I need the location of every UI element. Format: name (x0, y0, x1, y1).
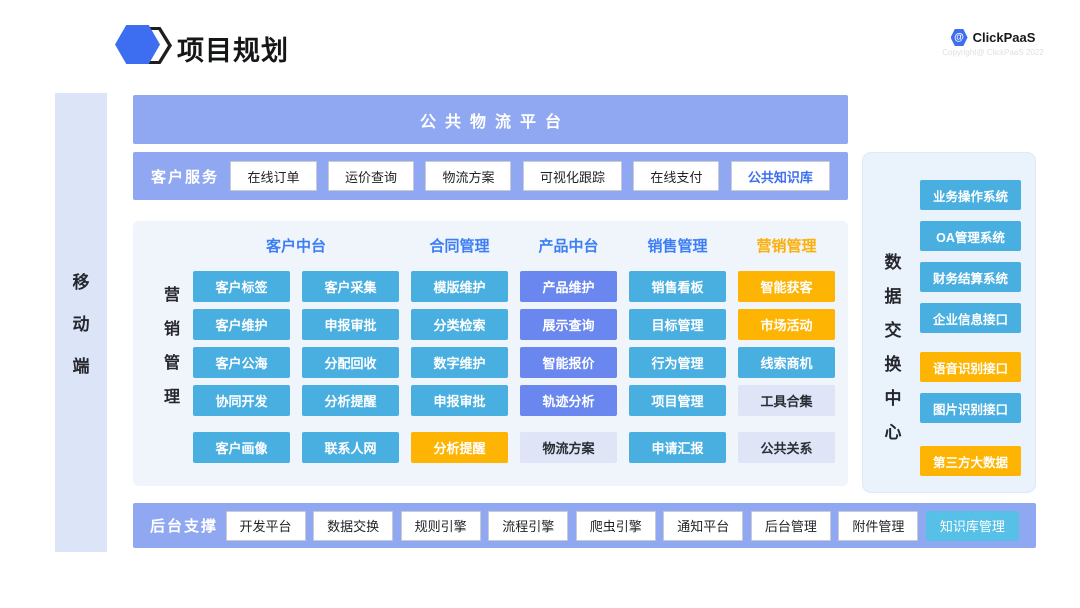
brand-block: @ ClickPaaS Copyright@ ClickPaaS 2022 (938, 29, 1048, 57)
matrix-column-header: 合同管理 (411, 235, 508, 256)
customer-service-item: 公共知识库 (731, 161, 830, 191)
matrix-cell: 工具合集 (738, 385, 835, 416)
backend-support-item: 后台管理 (751, 511, 831, 541)
data-exchange-item: 企业信息接口 (920, 303, 1021, 333)
backend-support-item: 附件管理 (838, 511, 918, 541)
matrix-row: 客户维护申报审批分类检索展示查询目标管理市场活动 (193, 309, 835, 340)
project-planning-diagram: 项目规划 @ ClickPaaS Copyright@ ClickPaaS 20… (0, 0, 1080, 608)
marketing-rail-char: 营 (164, 281, 180, 305)
matrix-cell: 公共关系 (738, 432, 835, 463)
matrix-grid: 客户标签客户采集模版维护产品维护销售看板智能获客 客户维护申报审批分类检索展示查… (193, 271, 835, 463)
matrix-cell: 申请汇报 (629, 432, 726, 463)
matrix-cell: 客户公海 (193, 347, 290, 378)
data-exchange-char: 中 (885, 384, 902, 409)
matrix-cell: 项目管理 (629, 385, 726, 416)
matrix-column-header: 客户中台 (193, 235, 399, 256)
customer-service-item: 运价查询 (328, 161, 414, 191)
matrix-cell: 智能报价 (520, 347, 617, 378)
matrix-cell: 行为管理 (629, 347, 726, 378)
copyright-text: Copyright@ ClickPaaS 2022 (938, 48, 1048, 57)
matrix-row: 协同开发分析提醒申报审批轨迹分析项目管理工具合集 (193, 385, 835, 416)
data-exchange-char: 心 (885, 418, 902, 443)
matrix-cell: 产品维护 (520, 271, 617, 302)
matrix-cell: 销售看板 (629, 271, 726, 302)
customer-service-item: 物流方案 (425, 161, 511, 191)
data-exchange-char: 交 (885, 316, 902, 341)
data-exchange-item: OA管理系统 (920, 221, 1021, 251)
customer-service-item: 可视化跟踪 (523, 161, 622, 191)
page-header: 项目规划 @ ClickPaaS Copyright@ ClickPaaS 20… (0, 0, 1080, 90)
matrix-cell: 申报审批 (411, 385, 508, 416)
matrix-cell: 模版维护 (411, 271, 508, 302)
backend-support-band: 后台支撑 开发平台数据交换规则引擎流程引擎爬虫引擎通知平台后台管理附件管理知识库… (133, 503, 1036, 548)
clickpaas-logo-icon: @ (951, 29, 968, 46)
backend-support-label: 后台支撑 (150, 515, 218, 536)
data-exchange-char: 据 (885, 282, 902, 307)
matrix-cell: 分析提醒 (302, 385, 399, 416)
data-exchange-panel: 数 据 交 换 中 心 业务操作系统 OA管理系统财务结算系统企业信息接口语音识别… (862, 152, 1036, 493)
matrix-cell: 联系人网 (302, 432, 399, 463)
data-exchange-char: 换 (885, 350, 902, 375)
marketing-management-rail: 营 销 管 理 (157, 281, 187, 407)
data-exchange-items: 业务操作系统 OA管理系统财务结算系统企业信息接口语音识别接口图片识别接口第三方大… (920, 180, 1021, 476)
matrix-row: 客户画像联系人网分析提醒物流方案申请汇报公共关系 (193, 432, 835, 463)
matrix-cell: 分析提醒 (411, 432, 508, 463)
data-exchange-item: 图片识别接口 (920, 393, 1021, 423)
matrix-cell: 申报审批 (302, 309, 399, 340)
matrix-column-header: 营销管理 (738, 235, 835, 256)
backend-support-item: 通知平台 (663, 511, 743, 541)
mobile-rail-char: 动 (73, 310, 90, 335)
customer-service-band: 客户服务 在线订单运价查询物流方案可视化跟踪在线支付公共知识库 (133, 152, 848, 200)
page-title: 项目规划 (177, 29, 289, 68)
mobile-rail: 移 动 端 (55, 93, 107, 552)
matrix-cell: 协同开发 (193, 385, 290, 416)
data-exchange-item: 语音识别接口 (920, 352, 1021, 382)
marketing-rail-char: 销 (164, 315, 180, 339)
matrix-cell: 分配回收 (302, 347, 399, 378)
platform-banner: 公共物流平台 (133, 95, 848, 144)
mobile-rail-char: 端 (73, 352, 90, 377)
matrix-cell: 线索商机 (738, 347, 835, 378)
customer-service-item: 在线支付 (633, 161, 719, 191)
data-exchange-item: 业务操作系统 (920, 180, 1021, 210)
matrix-cell: 分类检索 (411, 309, 508, 340)
backend-support-item: 开发平台 (226, 511, 306, 541)
matrix-cell: 智能获客 (738, 271, 835, 302)
marketing-matrix-panel: 客户中台合同管理产品中台销售管理营销管理 营 销 管 理 客户标签客户采集模版维… (133, 221, 848, 486)
data-exchange-rail: 数 据 交 换 中 心 (881, 248, 905, 443)
matrix-column-header: 产品中台 (520, 235, 617, 256)
matrix-cell: 客户维护 (193, 309, 290, 340)
matrix-cell: 展示查询 (520, 309, 617, 340)
backend-support-item: 数据交换 (313, 511, 393, 541)
marketing-rail-char: 理 (164, 383, 180, 407)
platform-banner-title: 公共物流平台 (411, 108, 570, 132)
mobile-rail-char: 移 (73, 268, 90, 293)
data-exchange-item: 第三方大数据 (920, 446, 1021, 476)
matrix-cell: 客户画像 (193, 432, 290, 463)
backend-support-item: 知识库管理 (926, 511, 1019, 541)
matrix-column-header: 销售管理 (629, 235, 726, 256)
matrix-row: 客户标签客户采集模版维护产品维护销售看板智能获客 (193, 271, 835, 302)
marketing-rail-char: 管 (164, 349, 180, 373)
matrix-cell: 物流方案 (520, 432, 617, 463)
customer-service-label: 客户服务 (151, 166, 219, 187)
customer-service-item: 在线订单 (230, 161, 316, 191)
matrix-cell: 轨迹分析 (520, 385, 617, 416)
matrix-header-row: 客户中台合同管理产品中台销售管理营销管理 (193, 235, 835, 256)
hexagon-logo-icon (115, 25, 173, 65)
matrix-cell: 客户标签 (193, 271, 290, 302)
backend-support-item: 爬虫引擎 (576, 511, 656, 541)
matrix-cell: 客户采集 (302, 271, 399, 302)
matrix-cell: 市场活动 (738, 309, 835, 340)
matrix-cell: 数字维护 (411, 347, 508, 378)
matrix-cell: 目标管理 (629, 309, 726, 340)
brand-name: ClickPaaS (973, 30, 1036, 45)
data-exchange-char: 数 (885, 248, 902, 273)
matrix-row: 客户公海分配回收数字维护智能报价行为管理线索商机 (193, 347, 835, 378)
data-exchange-item: 财务结算系统 (920, 262, 1021, 292)
backend-support-item: 流程引擎 (488, 511, 568, 541)
backend-support-item: 规则引擎 (401, 511, 481, 541)
